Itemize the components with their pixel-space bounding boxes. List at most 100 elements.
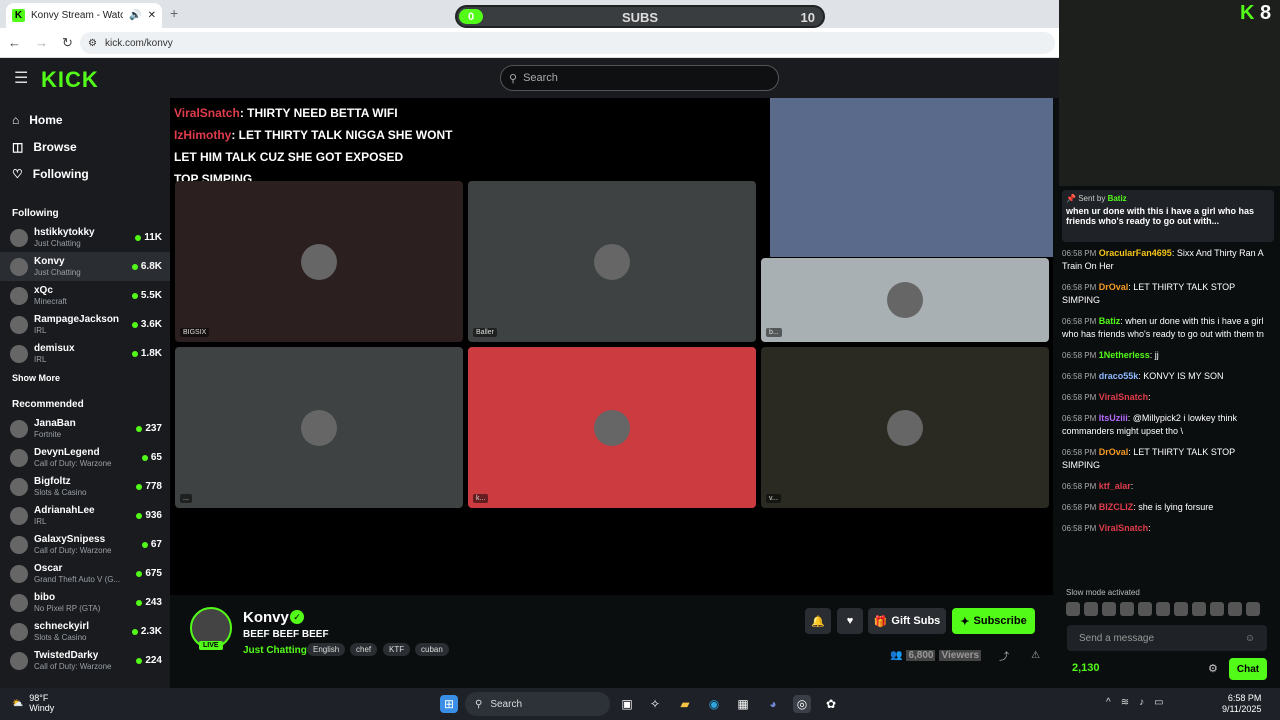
message-user[interactable]: 1Netherless	[1099, 350, 1150, 360]
report-icon[interactable]: ⚠	[1031, 650, 1040, 661]
sidebar-item-following[interactable]: ♡ Following	[0, 160, 170, 187]
message-user[interactable]: ItsUziii	[1099, 413, 1128, 423]
weather-widget[interactable]: ⛅ 98°F Windy	[12, 693, 54, 713]
channel-item[interactable]: xQc Minecraft 5.5K	[0, 281, 170, 310]
channel-item[interactable]: demisux IRL 1.8K	[0, 339, 170, 368]
new-tab-button[interactable]: +	[170, 5, 178, 21]
message-user[interactable]: ViralSnatch	[1099, 392, 1148, 402]
chrome-icon[interactable]: ◎	[793, 695, 811, 713]
taskbar-clock[interactable]: 6:58 PM 9/11/2025	[1222, 693, 1261, 715]
call-tile[interactable]: BIGSIX	[175, 181, 463, 342]
call-tile[interactable]: b...	[761, 258, 1049, 342]
streamer-name[interactable]: Konvy	[243, 609, 289, 626]
app-icon[interactable]: ✿	[822, 695, 840, 713]
taskbar-search[interactable]: ⚲ Search	[465, 692, 610, 716]
chat-send-button[interactable]: Chat	[1229, 658, 1267, 680]
emote[interactable]	[1192, 602, 1206, 616]
message-user[interactable]: OracularFan4695	[1099, 248, 1172, 258]
stream-category[interactable]: Just Chatting	[243, 645, 307, 656]
back-icon[interactable]: ←	[8, 35, 21, 51]
kick-logo[interactable]: KICK	[41, 67, 99, 93]
chat-message: 06:58 PM Batiz: when ur done with this i…	[1062, 315, 1274, 341]
message-time: 06:58 PM	[1062, 351, 1097, 360]
channel-name: demisux	[34, 342, 75, 354]
message-user[interactable]: draco55k	[1099, 371, 1139, 381]
windows-start-icon[interactable]: ⊞	[440, 695, 458, 713]
emote[interactable]	[1138, 602, 1152, 616]
show-more-button[interactable]: Show More	[0, 368, 170, 388]
subscribe-button[interactable]: ✦ Subscribe	[952, 608, 1035, 634]
channel-item[interactable]: bibo No Pixel RP (GTA) 243	[0, 588, 170, 617]
speaker-icon[interactable]: 🔊	[129, 10, 141, 21]
home-icon: ⌂	[12, 112, 20, 127]
tag-chip[interactable]: English	[307, 643, 346, 656]
channel-item[interactable]: Oscar Grand Theft Auto V (G... 675	[0, 559, 170, 588]
reload-icon[interactable]: ↻	[62, 35, 73, 51]
live-dot-icon	[136, 512, 143, 519]
tag-chip[interactable]: cuban	[415, 643, 449, 656]
call-tile[interactable]: ...	[175, 347, 463, 508]
channel-item[interactable]: RampageJackson IRL 3.6K	[0, 310, 170, 339]
emote[interactable]	[1228, 602, 1242, 616]
edge-icon[interactable]: ◉	[705, 695, 723, 713]
call-tile[interactable]: k...	[468, 347, 756, 508]
notify-bell-icon[interactable]: 🔔	[805, 608, 831, 634]
video-player[interactable]: ViralSnatch: THIRTY NEED BETTA WIFI IzHim…	[170, 98, 1053, 683]
message-user[interactable]: DrOval	[1099, 447, 1129, 457]
emote[interactable]	[1210, 602, 1224, 616]
message-user[interactable]: Batiz	[1099, 316, 1121, 326]
message-user[interactable]: ViralSnatch	[1099, 523, 1148, 533]
battery-icon[interactable]: ▭	[1154, 697, 1163, 708]
share-icon[interactable]: ⤴	[999, 648, 1009, 663]
emoji-icon[interactable]: ☺	[1245, 633, 1255, 644]
call-tile[interactable]: v...	[761, 347, 1049, 508]
file-explorer-icon[interactable]: ▰	[676, 695, 694, 713]
channel-item[interactable]: JanaBan Fortnite 237	[0, 414, 170, 443]
emote[interactable]	[1084, 602, 1098, 616]
channel-points[interactable]: 2,130	[1072, 662, 1100, 674]
follow-heart-icon[interactable]: ♥	[837, 608, 863, 634]
url-field[interactable]: ⚙ kick.com/konvy	[80, 32, 1055, 54]
volume-icon[interactable]: ♪	[1139, 697, 1144, 708]
copilot-icon[interactable]: ✧	[646, 695, 664, 713]
channel-item[interactable]: TwistedDarky Call of Duty: Warzone 224	[0, 646, 170, 675]
gift-subs-button[interactable]: 🎁 Gift Subs	[868, 608, 946, 634]
emote[interactable]	[1156, 602, 1170, 616]
browser-tab[interactable]: K Konvy Stream - Watch Live 🔊 ✕	[6, 3, 162, 28]
chat-settings-icon[interactable]: ⚙	[1208, 662, 1218, 675]
network-icon[interactable]: ≋	[1121, 697, 1129, 708]
store-icon[interactable]: ▦	[734, 695, 752, 713]
emote[interactable]	[1120, 602, 1134, 616]
search-input[interactable]: ⚲ Search	[500, 65, 779, 91]
emote[interactable]	[1102, 602, 1116, 616]
channel-item[interactable]: DevynLegend Call of Duty: Warzone 65	[0, 443, 170, 472]
message-user[interactable]: DrOval	[1099, 282, 1129, 292]
sidebar-item-browse[interactable]: ◫ Browse	[0, 133, 170, 160]
emote[interactable]	[1066, 602, 1080, 616]
message-user[interactable]: ktf_alar	[1099, 481, 1131, 491]
sidebar-item-home[interactable]: ⌂ Home	[0, 106, 170, 133]
tab-close-icon[interactable]: ✕	[148, 10, 156, 21]
discord-icon[interactable]: ◕	[764, 695, 782, 713]
pinned-message[interactable]: 📌 Sent by Batiz when ur done with this i…	[1062, 190, 1274, 242]
channel-viewers: 5.5K	[131, 290, 162, 301]
chevron-up-icon[interactable]: ^	[1106, 697, 1111, 708]
channel-item[interactable]: AdrianahLee IRL 936	[0, 501, 170, 530]
site-info-icon[interactable]: ⚙	[88, 38, 97, 49]
channel-item[interactable]: Konvy Just Chatting 6.8K	[0, 252, 170, 281]
emote[interactable]	[1246, 602, 1260, 616]
message-user[interactable]: BIZCLIZ	[1099, 502, 1134, 512]
channel-item[interactable]: Bigfoltz Slots & Casino 778	[0, 472, 170, 501]
tag-chip[interactable]: KTF	[383, 643, 411, 656]
channel-item[interactable]: schneckyirl Slots & Casino 2.3K	[0, 617, 170, 646]
task-view-icon[interactable]: ▣	[618, 695, 636, 713]
channel-item[interactable]: GalaxySnipess Call of Duty: Warzone 67	[0, 530, 170, 559]
call-tile[interactable]: Baller	[468, 181, 756, 342]
menu-icon[interactable]: ☰	[14, 68, 28, 88]
tag-chip[interactable]: chef	[350, 643, 378, 656]
sidebar-item-label: Home	[29, 112, 63, 127]
forward-icon[interactable]: →	[35, 35, 48, 51]
channel-item[interactable]: hstikkytokky Just Chatting 11K	[0, 223, 170, 252]
chat-input[interactable]: Send a message ☺	[1067, 625, 1267, 651]
emote[interactable]	[1174, 602, 1188, 616]
